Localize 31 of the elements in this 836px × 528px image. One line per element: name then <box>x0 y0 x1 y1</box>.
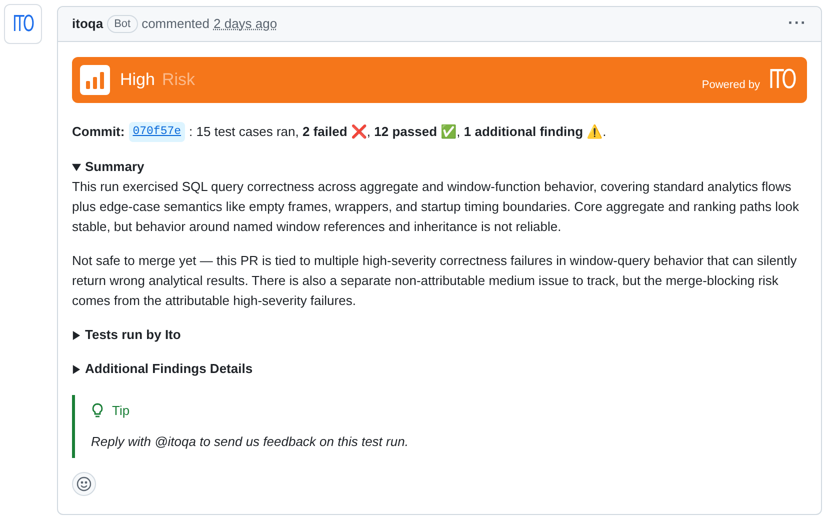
commit-hash-link[interactable]: 070f57e <box>128 122 186 142</box>
smiley-icon <box>76 476 92 492</box>
section-toggle[interactable]: Tests run by Ito <box>72 325 807 345</box>
caret-down-icon[interactable] <box>72 162 81 172</box>
risk-label: Risk <box>162 70 196 90</box>
bar-chart-icon <box>80 65 110 95</box>
action-text: commented <box>142 15 210 34</box>
section-title[interactable]: Summary <box>85 157 144 177</box>
section-toggle[interactable]: Additional Findings Details <box>72 359 807 379</box>
powered-by-text: Powered by <box>702 78 760 93</box>
avatar-logo: ITO <box>12 10 34 38</box>
caret-right-icon[interactable] <box>72 330 81 340</box>
tip-text: Reply with @itoqa to send us feedback on this test run. <box>91 433 410 451</box>
section-title[interactable]: Tests run by Ito <box>85 325 181 345</box>
risk-level: High <box>120 70 155 90</box>
commit-summary: : 15 test cases ran, 2 failed ❌, 12 passed ✅, 1 additional finding ⚠. <box>189 123 606 141</box>
caret-right-icon[interactable] <box>72 364 81 374</box>
author-name[interactable]: itoqa <box>72 14 104 34</box>
bot-badge: Bot <box>107 15 138 33</box>
timestamp-link[interactable]: 2 days ago <box>214 14 278 34</box>
ito-logo: ITO <box>768 67 795 93</box>
more-options-button[interactable]: ··· <box>788 12 807 36</box>
section-title[interactable]: Additional Findings Details <box>85 359 253 379</box>
commit-label: Commit: <box>72 123 125 141</box>
add-reaction-button[interactable] <box>72 472 96 496</box>
lightbulb-icon <box>91 403 104 419</box>
section-toggle[interactable]: Summary <box>72 157 807 177</box>
summary-paragraph: Not safe to merge yet — this PR is tied to multiple high-severity correctness failures in window-query behavior that can silently return wrong analytical results. There is also a separate non-attributable medium issue to track, but the merge-blocking risk comes from the attributable high-severity failures. <box>72 252 798 310</box>
summary-paragraph: This run exercised SQL query correctness across aggregate and window-function behavior, covering standard analytics flows plus edge-case semantics like empty frames, wrappers, and startup timing boundaries. Core aggregate and ranking paths look stable, but behavior around named window references and inheritance is not reliable. <box>72 178 800 236</box>
avatar[interactable]: ITO <box>4 4 42 44</box>
tip-title: Tip <box>112 402 130 420</box>
